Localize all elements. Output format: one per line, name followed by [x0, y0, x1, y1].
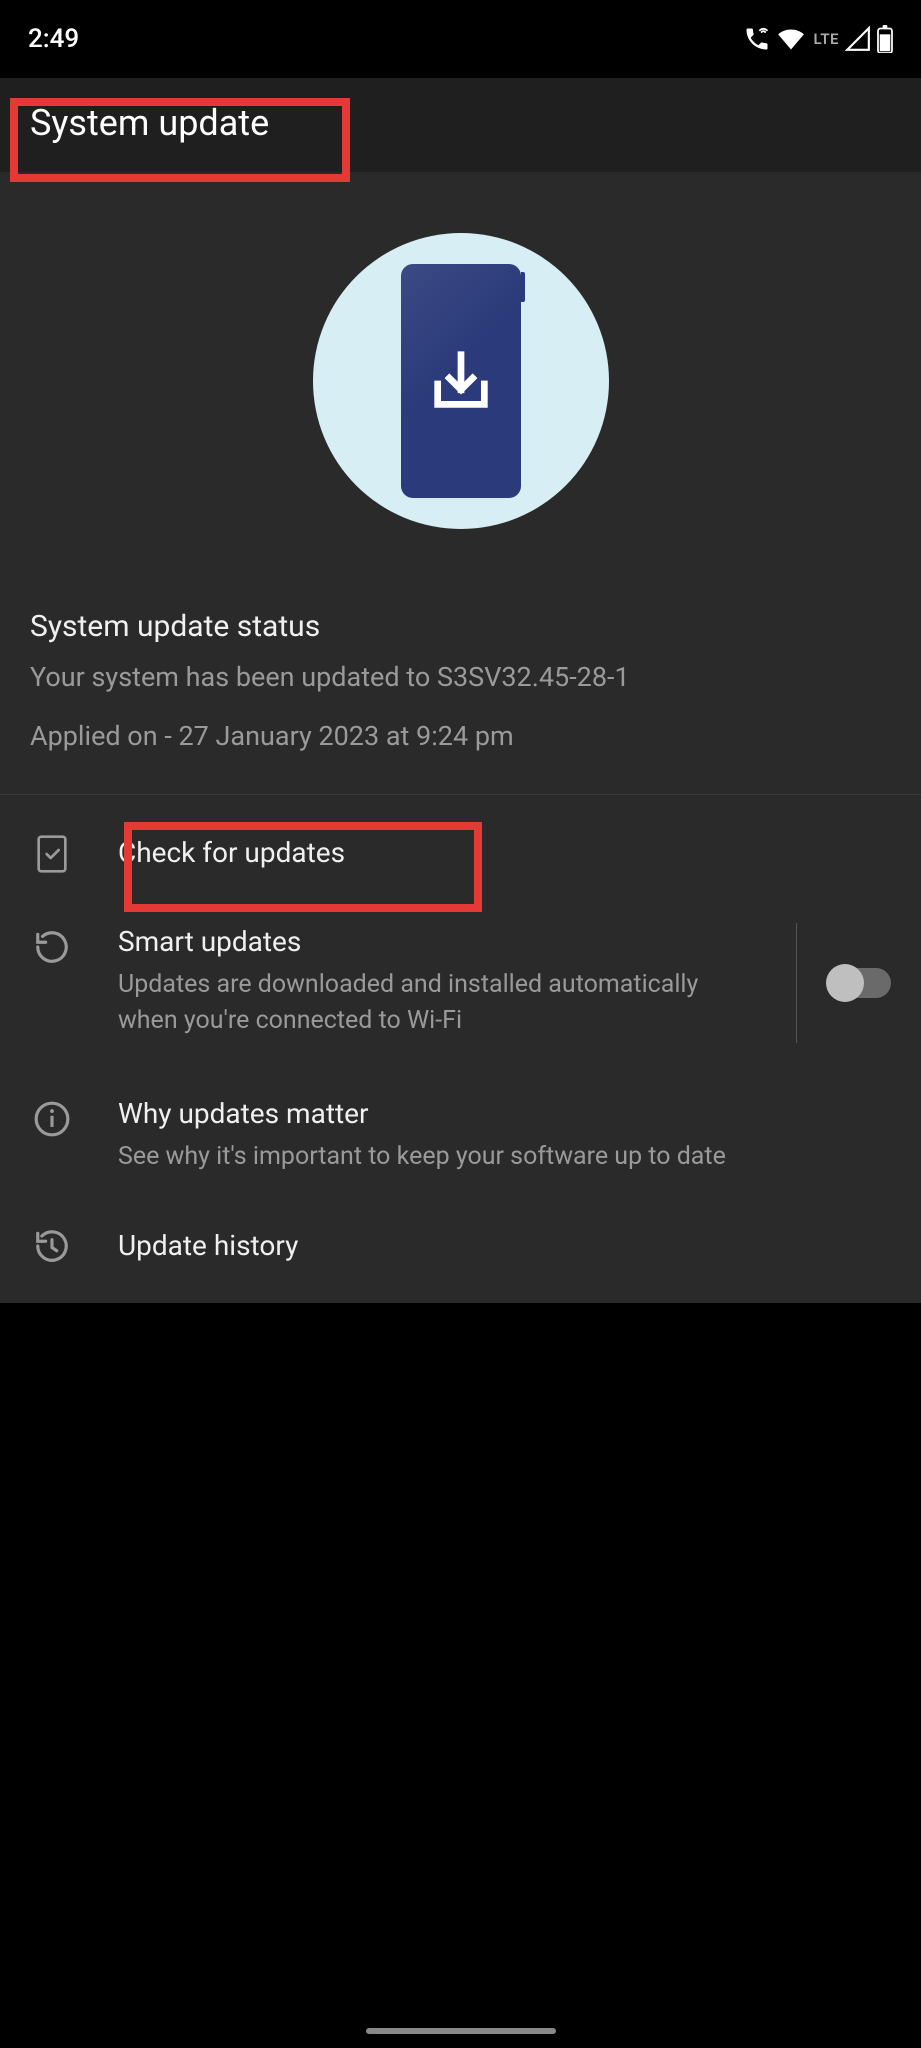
phone-illustration [401, 264, 521, 498]
menu-item-check-updates[interactable]: Check for updates [0, 809, 921, 897]
content: System update status Your system has bee… [0, 173, 921, 1303]
menu-title: Smart updates [118, 923, 784, 961]
smart-updates-toggle[interactable] [827, 968, 891, 998]
menu-title: Update history [118, 1227, 891, 1265]
menu-item-why-updates[interactable]: Why updates matter See why it's importan… [0, 1069, 921, 1201]
menu-subtitle: Updates are downloaded and installed aut… [118, 967, 728, 1040]
menu-title: Why updates matter [118, 1095, 891, 1133]
status-section: System update status Your system has bee… [0, 579, 921, 795]
status-bar: 2:49 LTE [0, 0, 921, 78]
status-time: 2:49 [28, 24, 79, 54]
menu-subtitle: See why it's important to keep your soft… [118, 1139, 728, 1175]
wifi-calling-icon [743, 25, 771, 53]
toggle-knob [826, 964, 864, 1002]
battery-icon [877, 25, 893, 53]
toggle-divider [796, 923, 891, 1043]
menu-item-smart-updates[interactable]: Smart updates Updates are downloaded and… [0, 897, 921, 1069]
wifi-icon [777, 25, 805, 53]
hero-illustration [0, 173, 921, 579]
menu-item-update-history[interactable]: Update history [0, 1201, 921, 1289]
hero-circle [313, 233, 609, 529]
page-header: System update [0, 78, 921, 173]
history-icon [30, 1224, 74, 1268]
info-icon [30, 1097, 74, 1141]
status-applied-line: Applied on - 27 January 2023 at 9:24 pm [30, 715, 891, 758]
device-check-icon [30, 832, 74, 876]
menu-list: Check for updates Smart updates Updates … [0, 795, 921, 1303]
download-icon [426, 346, 496, 416]
network-type-label: LTE [813, 30, 839, 48]
auto-update-icon [30, 925, 74, 969]
status-heading: System update status [30, 609, 891, 644]
status-icons: LTE [743, 25, 893, 53]
cellular-signal-icon [845, 26, 871, 52]
menu-title: Check for updates [118, 834, 891, 872]
navigation-handle[interactable] [366, 2028, 556, 2034]
status-version-line: Your system has been updated to S3SV32.4… [30, 656, 891, 699]
page-title: System update [30, 102, 891, 144]
